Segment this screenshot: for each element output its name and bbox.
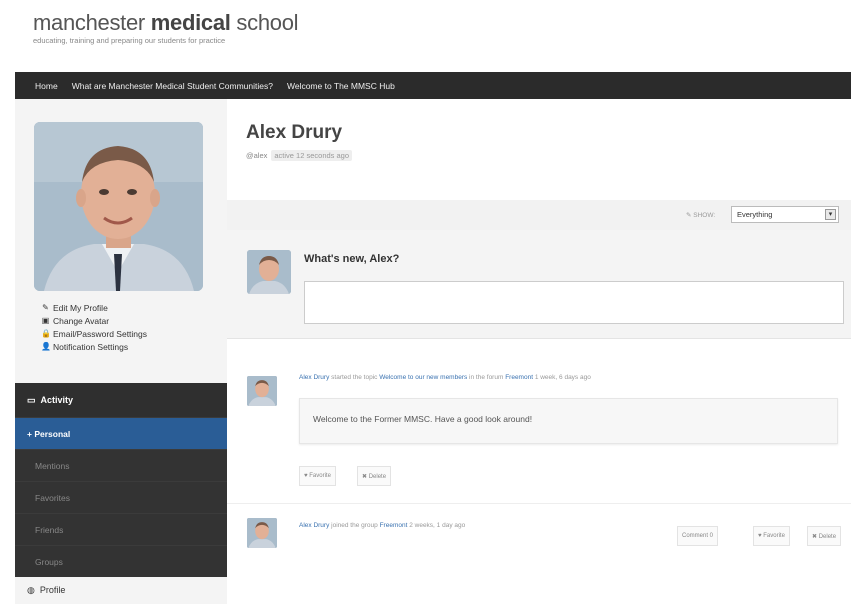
menu-mentions[interactable]: Mentions	[15, 449, 227, 481]
activity-header: Alex Drury started the topic Welcome to …	[299, 374, 591, 381]
site-header: manchester medical school educating, tra…	[0, 0, 851, 72]
group-link[interactable]: Freemont	[380, 522, 408, 529]
user-icon: 👤	[41, 342, 51, 351]
activity-divider	[227, 503, 851, 504]
nav-home[interactable]: Home	[35, 81, 58, 91]
menu-activity-label: Activity	[40, 395, 74, 405]
post-avatar	[247, 250, 291, 294]
activity-icon: ▭	[27, 394, 36, 405]
actor-link[interactable]: Alex Drury	[299, 374, 329, 381]
menu-activity[interactable]: ▭ Activity	[15, 383, 227, 417]
menu-personal[interactable]: + Personal	[15, 417, 227, 449]
nav-what-are-communities[interactable]: What are Manchester Medical Student Comm…	[72, 81, 273, 91]
menu-friends[interactable]: Friends	[15, 513, 227, 545]
profile-handle: @alex	[246, 151, 268, 160]
show-label: ✎ SHOW:	[686, 212, 716, 219]
delete-button[interactable]: ✖ Delete	[357, 466, 392, 486]
profile-sidebar: ✎ Edit My Profile ▣ Change Avatar 🔒 Email/P…	[15, 99, 227, 604]
activity-avatar[interactable]	[247, 518, 277, 548]
menu-profile-label: Profile	[39, 585, 66, 595]
activity-status: active 12 seconds ago	[271, 150, 353, 161]
whats-new-textarea[interactable]	[304, 281, 844, 324]
activity-avatar-photo	[247, 518, 277, 548]
profile-name: Alex Drury	[246, 122, 343, 143]
post-update-form: What's new, Alex?	[227, 230, 851, 339]
email-password-link[interactable]: 🔒 Email/Password Settings	[41, 327, 147, 340]
forum-link[interactable]: Freemont	[505, 374, 533, 381]
post-avatar-photo	[247, 250, 291, 294]
dropdown-arrow-icon: ▾	[825, 209, 836, 220]
site-logo[interactable]: manchester medical school	[33, 10, 299, 36]
logo-light-text: manchester	[33, 10, 151, 35]
site-tagline: educating, training and preparing our st…	[33, 36, 226, 45]
edit-profile-label: Edit My Profile	[53, 302, 108, 313]
notification-settings-label: Notification Settings	[53, 341, 129, 352]
email-password-label: Email/Password Settings	[53, 328, 148, 339]
comment-button[interactable]: Comment 0	[677, 526, 719, 546]
activity-time[interactable]: 1 week, 6 days ago	[533, 374, 591, 381]
profile-icon: ◍	[27, 584, 35, 595]
delete-button[interactable]: ✖ Delete	[807, 526, 842, 546]
logo-bold-text: medical	[150, 10, 231, 35]
pencil-icon: ✎	[42, 303, 49, 312]
activity-time[interactable]: 2 weeks, 1 day ago	[407, 522, 465, 529]
notification-settings-link[interactable]: 👤 Notification Settings	[41, 340, 147, 353]
activity-filter-select[interactable]: Everything ▾	[731, 206, 839, 223]
profile-meta: @alex active 12 seconds ago	[246, 150, 353, 161]
profile-avatar[interactable]	[34, 122, 203, 291]
activity-content: Welcome to the Former MMSC. Have a good …	[299, 398, 838, 444]
filter-selected-value: Everything	[737, 210, 773, 219]
main-nav: Home What are Manchester Medical Student…	[15, 72, 851, 99]
image-icon: ▣	[41, 316, 50, 325]
menu-groups[interactable]: Groups	[15, 545, 227, 577]
activity-avatar[interactable]	[247, 376, 277, 406]
lock-icon: 🔒	[41, 329, 51, 338]
menu-favorites[interactable]: Favorites	[15, 481, 227, 513]
edit-profile-link[interactable]: ✎ Edit My Profile	[41, 301, 147, 314]
favorite-button[interactable]: ♥ Favorite	[753, 526, 790, 546]
logo-tail-text: school	[230, 10, 299, 35]
change-avatar-label: Change Avatar	[53, 315, 110, 326]
activity-main: Alex Drury @alex active 12 seconds ago ✎…	[227, 99, 851, 604]
activity-menu: ▭ Activity + Personal Mentions Favorites …	[15, 383, 227, 603]
avatar-photo	[34, 122, 203, 291]
action-text: started the topic	[329, 374, 380, 381]
activity-header: Alex Drury joined the group Freemont 2 w…	[299, 522, 465, 529]
actor-link[interactable]: Alex Drury	[299, 522, 329, 529]
menu-profile[interactable]: ◍ Profile	[15, 577, 227, 603]
whats-new-prompt: What's new, Alex?	[304, 253, 400, 265]
profile-links: ✎ Edit My Profile ▣ Change Avatar 🔒 Email/P…	[41, 301, 147, 353]
action-text: joined the group	[329, 522, 380, 529]
action-text-mid: in the forum	[467, 374, 506, 381]
activity-filter-bar: ✎ SHOW: Everything ▾	[227, 200, 851, 230]
nav-welcome-hub[interactable]: Welcome to The MMSC Hub	[287, 81, 395, 91]
topic-link[interactable]: Welcome to our new members	[379, 374, 467, 381]
change-avatar-link[interactable]: ▣ Change Avatar	[41, 314, 147, 327]
activity-avatar-photo	[247, 376, 277, 406]
favorite-button[interactable]: ♥ Favorite	[299, 466, 336, 486]
